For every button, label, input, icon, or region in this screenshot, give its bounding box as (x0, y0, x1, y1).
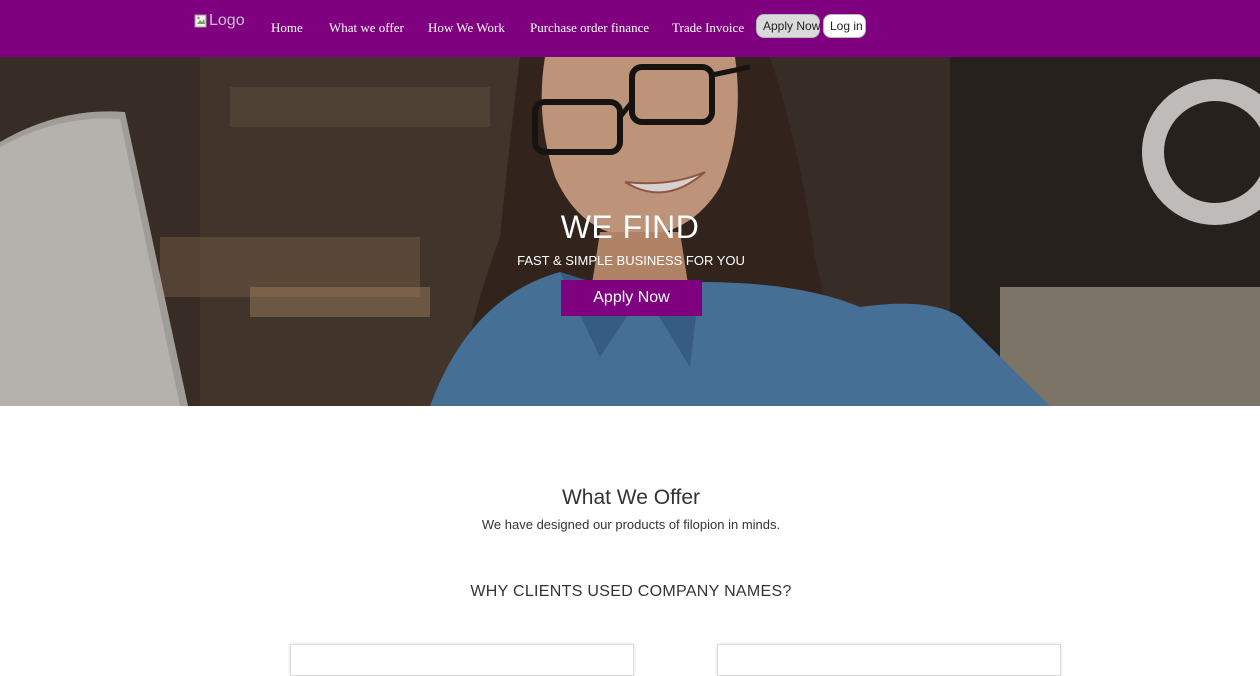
nav-link-purchase-order-finance[interactable]: Purchase order finance (530, 20, 649, 36)
nav-link-home[interactable]: Home (271, 20, 303, 36)
offer-section-title: What We Offer (561, 486, 701, 509)
hero-subtitle: FAST & SIMPLE BUSINESS FOR YOU (517, 253, 745, 268)
nav-apply-now-button[interactable]: Apply Now (756, 14, 820, 38)
offer-section-subtitle: We have designed our products of filopio… (481, 517, 781, 532)
why-clients-heading: WHY CLIENTS USED COMPANY NAMES? (470, 583, 792, 600)
nav-login-button[interactable]: Log in (823, 14, 866, 38)
nav-link-what-we-offer[interactable]: What we offer (329, 20, 404, 36)
nav-link-how-we-work[interactable]: How We Work (428, 20, 505, 36)
logo[interactable]: Logo (194, 12, 245, 30)
nav-link-trade-invoice[interactable]: Trade Invoice (672, 20, 744, 36)
hero-banner: WE FIND FAST & SIMPLE BUSINESS FOR YOU A… (0, 57, 1260, 406)
offer-card (717, 644, 1061, 676)
top-navbar: Logo Home What we offer How We Work Purc… (0, 0, 1260, 57)
broken-image-icon (194, 14, 207, 27)
hero-apply-now-button[interactable]: Apply Now (561, 280, 702, 316)
logo-alt-text: Logo (209, 12, 245, 29)
hero-title: WE FIND (560, 209, 700, 245)
offer-card (290, 644, 634, 676)
